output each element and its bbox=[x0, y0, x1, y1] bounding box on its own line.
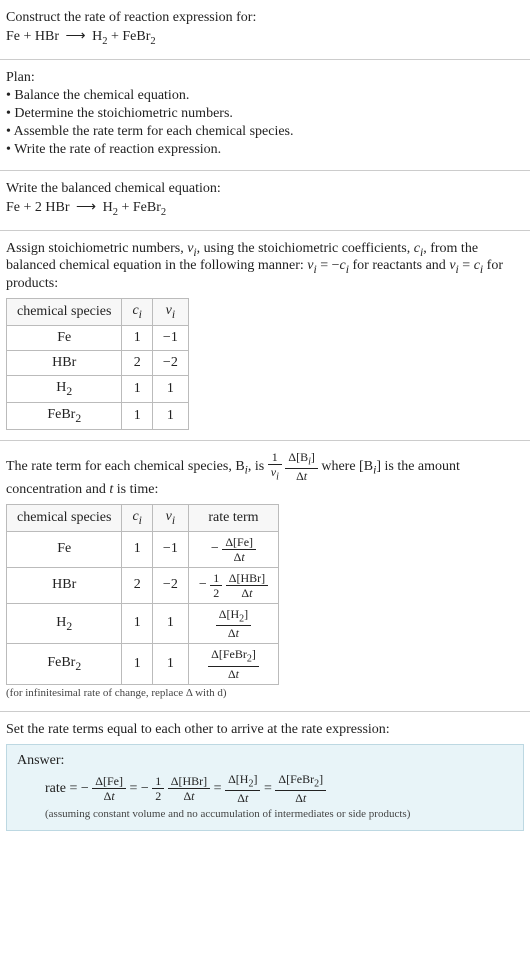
cell-ci: 2 bbox=[122, 350, 152, 375]
table-row: FeBr2 1 1 Δ[FeBr2]Δt bbox=[7, 644, 279, 684]
cell-nui: −1 bbox=[152, 325, 188, 350]
cell-ci: 2 bbox=[122, 567, 152, 603]
table-row: FeBr2 1 1 bbox=[7, 402, 189, 429]
intro-equation: Fe + HBr ⟶ H2 + FeBr2 bbox=[6, 28, 524, 47]
balanced-heading: Write the balanced chemical equation: bbox=[6, 181, 524, 197]
cell-nui: −1 bbox=[152, 531, 188, 567]
table-row: H2 1 1 Δ[H2]Δt bbox=[7, 603, 279, 643]
col-ci: ci bbox=[122, 504, 152, 531]
plan-item: • Assemble the rate term for each chemic… bbox=[6, 124, 524, 140]
cell-species: H2 bbox=[7, 603, 122, 643]
col-nui: νi bbox=[152, 299, 188, 326]
final-section: Set the rate terms equal to each other t… bbox=[0, 712, 530, 841]
rateterm-text-mid2: where [B bbox=[321, 459, 373, 474]
table-header-row: chemical species ci νi rate term bbox=[7, 504, 279, 531]
cell-ci: 1 bbox=[122, 531, 152, 567]
cell-species: HBr bbox=[7, 567, 122, 603]
cell-nui: 1 bbox=[152, 644, 188, 684]
col-species: chemical species bbox=[7, 504, 122, 531]
rateterm-text-mid1: , is bbox=[248, 459, 268, 474]
rateterm-section: The rate term for each chemical species,… bbox=[0, 441, 530, 712]
rateterm-text-end: is time: bbox=[113, 482, 158, 497]
cell-rateterm: − 12 Δ[HBr]Δt bbox=[188, 567, 278, 603]
balanced-section: Write the balanced chemical equation: Fe… bbox=[0, 171, 530, 231]
table-row: Fe 1 −1 bbox=[7, 325, 189, 350]
cell-species: Fe bbox=[7, 325, 122, 350]
assign-text: Assign stoichiometric numbers, νi, using… bbox=[6, 241, 524, 293]
cell-rateterm: Δ[FeBr2]Δt bbox=[188, 644, 278, 684]
col-rateterm: rate term bbox=[188, 504, 278, 531]
rateterm-text: The rate term for each chemical species,… bbox=[6, 451, 524, 498]
plan-item: • Determine the stoichiometric numbers. bbox=[6, 106, 524, 122]
cell-species: FeBr2 bbox=[7, 402, 122, 429]
cell-species: FeBr2 bbox=[7, 644, 122, 684]
col-ci: ci bbox=[122, 299, 152, 326]
table-row: Fe 1 −1 − Δ[Fe]Δt bbox=[7, 531, 279, 567]
cell-rateterm: Δ[H2]Δt bbox=[188, 603, 278, 643]
cell-ci: 1 bbox=[122, 603, 152, 643]
stoich-table-2: chemical species ci νi rate term Fe 1 −1… bbox=[6, 504, 279, 685]
cell-nui: −2 bbox=[152, 350, 188, 375]
cell-nui: 1 bbox=[152, 402, 188, 429]
intro-title: Construct the rate of reaction expressio… bbox=[6, 10, 524, 26]
col-species: chemical species bbox=[7, 299, 122, 326]
col-nui: νi bbox=[152, 504, 188, 531]
plan-item: • Balance the chemical equation. bbox=[6, 88, 524, 104]
cell-ci: 1 bbox=[122, 644, 152, 684]
plan-section: Plan: • Balance the chemical equation. •… bbox=[0, 60, 530, 171]
cell-nui: 1 bbox=[152, 375, 188, 402]
answer-label: Answer: bbox=[17, 753, 513, 769]
cell-ci: 1 bbox=[122, 325, 152, 350]
intro-section: Construct the rate of reaction expressio… bbox=[0, 0, 530, 60]
cell-ci: 1 bbox=[122, 402, 152, 429]
answer-box: Answer: rate = − Δ[Fe]Δt = − 12 Δ[HBr]Δt… bbox=[6, 744, 524, 831]
rateterm-footnote: (for infinitesimal rate of change, repla… bbox=[6, 687, 524, 699]
rateterm-text-pre: The rate term for each chemical species,… bbox=[6, 459, 245, 474]
cell-nui: −2 bbox=[152, 567, 188, 603]
assumption-note: (assuming constant volume and no accumul… bbox=[17, 808, 513, 820]
cell-species: HBr bbox=[7, 350, 122, 375]
balanced-equation: Fe + 2 HBr ⟶ H2 + FeBr2 bbox=[6, 199, 524, 218]
table-row: HBr 2 −2 − 12 Δ[HBr]Δt bbox=[7, 567, 279, 603]
cell-species: H2 bbox=[7, 375, 122, 402]
table-row: H2 1 1 bbox=[7, 375, 189, 402]
assign-section: Assign stoichiometric numbers, νi, using… bbox=[0, 231, 530, 441]
plan-item: • Write the rate of reaction expression. bbox=[6, 142, 524, 158]
cell-nui: 1 bbox=[152, 603, 188, 643]
cell-rateterm: − Δ[Fe]Δt bbox=[188, 531, 278, 567]
cell-species: Fe bbox=[7, 531, 122, 567]
table-row: HBr 2 −2 bbox=[7, 350, 189, 375]
table-header-row: chemical species ci νi bbox=[7, 299, 189, 326]
plan-heading: Plan: bbox=[6, 70, 524, 86]
final-heading: Set the rate terms equal to each other t… bbox=[6, 722, 524, 738]
cell-ci: 1 bbox=[122, 375, 152, 402]
rate-expression: rate = − Δ[Fe]Δt = − 12 Δ[HBr]Δt = Δ[H2]… bbox=[17, 773, 513, 804]
stoich-table-1: chemical species ci νi Fe 1 −1 HBr 2 −2 … bbox=[6, 298, 189, 429]
